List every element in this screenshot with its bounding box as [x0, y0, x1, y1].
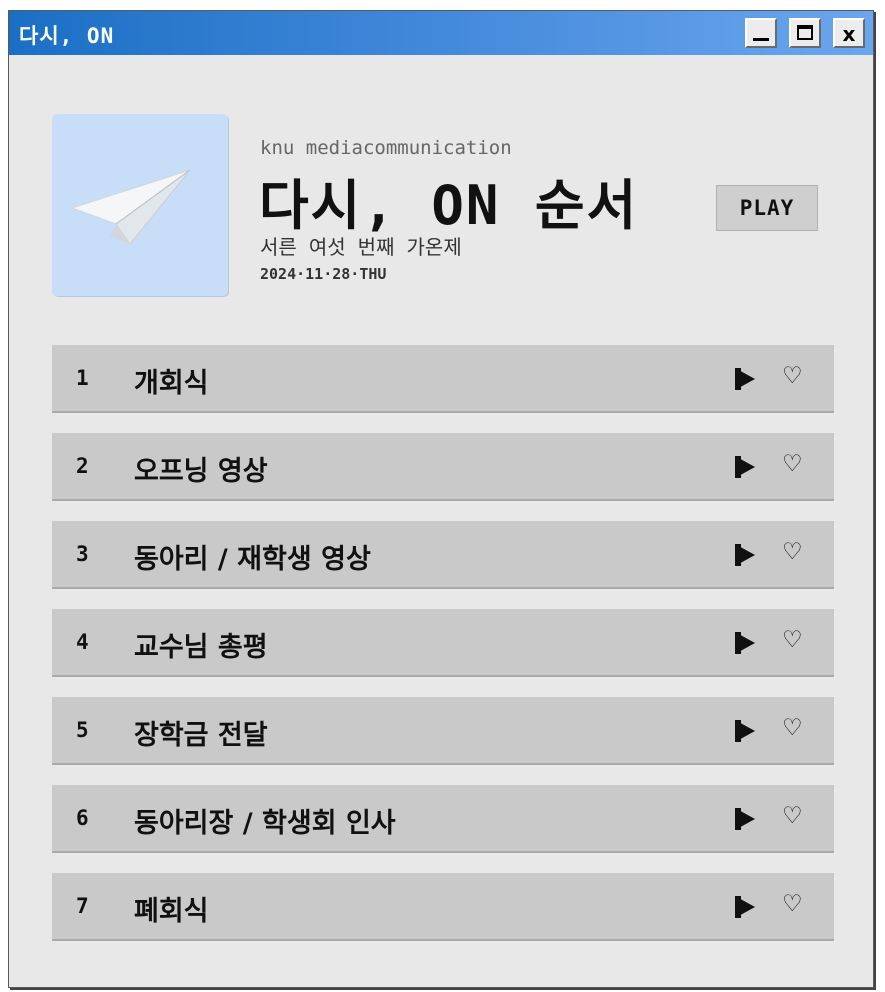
album-date: 2024·11·28·THU	[260, 265, 387, 283]
play-icon[interactable]	[735, 808, 755, 830]
close-button[interactable]: x	[833, 18, 865, 48]
album-subtitle: knu mediacommunication	[260, 137, 512, 159]
track-row[interactable]: 1 개회식 ♡	[52, 345, 834, 413]
paper-plane-icon	[70, 169, 191, 245]
minimize-icon	[753, 38, 769, 41]
track-name: 개회식	[134, 368, 209, 399]
track-row[interactable]: 5 장학금 전달 ♡	[52, 697, 834, 765]
play-icon[interactable]	[735, 544, 755, 566]
track-row[interactable]: 3 동아리 / 재학생 영상 ♡	[52, 521, 834, 589]
track-name: 동아리장 / 학생회 인사	[134, 808, 396, 839]
play-icon[interactable]	[735, 456, 755, 478]
heart-icon[interactable]: ♡	[782, 451, 803, 477]
album-cover	[52, 114, 228, 296]
play-icon[interactable]	[735, 720, 755, 742]
play-icon[interactable]	[735, 632, 755, 654]
track-row[interactable]: 2 오프닝 영상 ♡	[52, 433, 834, 501]
play-icon[interactable]	[735, 368, 755, 390]
maximize-button[interactable]	[789, 18, 821, 48]
app-window: 다시, ON x knu mediacommunication 다시, ON 순…	[8, 10, 874, 988]
track-row[interactable]: 4 교수님 총평 ♡	[52, 609, 834, 677]
track-name: 오프닝 영상	[134, 456, 268, 487]
play-all-button[interactable]: PLAY	[716, 185, 818, 231]
maximize-icon	[797, 25, 813, 40]
heart-icon[interactable]: ♡	[782, 627, 803, 653]
album-description: 서른 여섯 번째 가온제	[260, 235, 462, 259]
track-name: 동아리 / 재학생 영상	[134, 544, 371, 575]
heart-icon[interactable]: ♡	[782, 539, 803, 565]
track-number: 2	[76, 454, 89, 478]
track-number: 4	[76, 630, 89, 654]
track-name: 폐회식	[134, 896, 209, 927]
minimize-button[interactable]	[745, 18, 777, 48]
title-bar[interactable]: 다시, ON x	[9, 11, 873, 55]
window-title: 다시, ON	[19, 24, 115, 48]
track-name: 교수님 총평	[134, 632, 268, 663]
album-title: 다시, ON 순서	[259, 174, 639, 237]
heart-icon[interactable]: ♡	[782, 715, 803, 741]
heart-icon[interactable]: ♡	[782, 363, 803, 389]
track-number: 7	[76, 894, 89, 918]
track-number: 6	[76, 806, 89, 830]
track-number: 1	[76, 366, 89, 390]
track-number: 3	[76, 542, 89, 566]
play-icon[interactable]	[735, 896, 755, 918]
track-number: 5	[76, 718, 89, 742]
heart-icon[interactable]: ♡	[782, 803, 803, 829]
track-row[interactable]: 7 폐회식 ♡	[52, 873, 834, 941]
track-row[interactable]: 6 동아리장 / 학생회 인사 ♡	[52, 785, 834, 853]
track-name: 장학금 전달	[134, 720, 268, 751]
track-list: 1 개회식 ♡ 2 오프닝 영상 ♡ 3 동아리 / 재학생 영상 ♡ 4 교수…	[52, 345, 834, 961]
heart-icon[interactable]: ♡	[782, 891, 803, 917]
close-icon: x	[842, 22, 856, 46]
